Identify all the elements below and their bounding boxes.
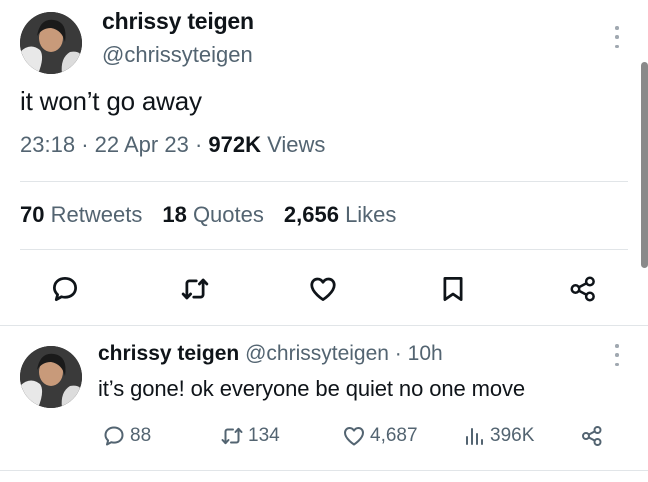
reply-icon bbox=[53, 277, 77, 301]
likes-count: 4,687 bbox=[370, 425, 418, 446]
scrollbar[interactable] bbox=[641, 62, 648, 268]
reply-header: chrissy teigen @chrissyteigen · 10h bbox=[98, 342, 443, 366]
tweet-meta: 23:18 · 22 Apr 23 · 972K Views bbox=[20, 132, 325, 158]
retweets-count: 70 bbox=[20, 202, 45, 227]
replies-count: 88 bbox=[130, 425, 152, 446]
reply-separator: · bbox=[394, 342, 402, 365]
retweets-stat[interactable]: 70 Retweets bbox=[20, 202, 142, 228]
retweet-icon bbox=[221, 427, 243, 445]
reply-more-options-icon[interactable] bbox=[612, 344, 622, 366]
user-handle[interactable]: @chrissyteigen bbox=[102, 42, 253, 68]
likes-stat[interactable]: 2,656 Likes bbox=[284, 202, 397, 228]
like-icon bbox=[344, 427, 364, 446]
bookmark-button[interactable] bbox=[436, 272, 470, 306]
reply-avatar[interactable] bbox=[20, 346, 82, 408]
reply-icon bbox=[104, 426, 124, 446]
tweet-time[interactable]: 23:18 bbox=[20, 132, 75, 157]
engagement-stats: 70 Retweets 18 Quotes 2,656 Likes bbox=[20, 202, 396, 228]
tweet-text: it won’t go away bbox=[20, 86, 202, 116]
share-icon bbox=[570, 276, 595, 302]
reply-display-name[interactable]: chrissy teigen bbox=[98, 342, 239, 365]
share-icon bbox=[582, 426, 602, 446]
divider bbox=[20, 181, 628, 182]
reply-views-button[interactable]: 396K bbox=[462, 424, 534, 448]
quotes-count: 18 bbox=[162, 202, 187, 227]
meta-separator: · bbox=[194, 132, 203, 157]
views-count: 396K bbox=[490, 425, 535, 446]
more-options-icon[interactable] bbox=[612, 26, 622, 48]
avatar[interactable] bbox=[20, 12, 82, 74]
views-label: Views bbox=[267, 132, 326, 157]
display-name[interactable]: chrissy teigen bbox=[102, 8, 254, 35]
quotes-label: Quotes bbox=[192, 202, 264, 227]
meta-separator: · bbox=[81, 132, 89, 157]
divider bbox=[0, 325, 648, 326]
reply-age[interactable]: 10h bbox=[408, 342, 443, 365]
tweet-date[interactable]: 22 Apr 23 bbox=[95, 132, 189, 157]
views-count: 972K bbox=[208, 132, 261, 157]
share-button[interactable] bbox=[566, 272, 600, 306]
divider bbox=[20, 249, 628, 250]
retweets-label: Retweets bbox=[50, 202, 143, 227]
reply-like-button[interactable]: 4,687 bbox=[342, 424, 418, 448]
likes-count: 2,656 bbox=[283, 202, 339, 227]
reply-retweet-button[interactable]: 134 bbox=[220, 424, 280, 448]
bookmark-icon bbox=[443, 277, 463, 301]
retweet-button[interactable] bbox=[178, 272, 212, 306]
quotes-stat[interactable]: 18 Quotes bbox=[162, 202, 264, 228]
divider bbox=[0, 470, 648, 471]
reply-replies-button[interactable]: 88 bbox=[102, 424, 151, 448]
views-icon bbox=[466, 428, 483, 445]
like-icon bbox=[310, 277, 336, 301]
like-button[interactable] bbox=[306, 272, 340, 306]
retweet-icon bbox=[181, 278, 209, 300]
likes-label: Likes bbox=[345, 202, 397, 227]
reply-text: it’s gone! ok everyone be quiet no one m… bbox=[98, 376, 526, 401]
reply-button[interactable] bbox=[48, 272, 82, 306]
reply-share-button[interactable] bbox=[580, 424, 604, 448]
retweets-count: 134 bbox=[248, 425, 280, 446]
reply-handle[interactable]: @chrissyteigen bbox=[245, 342, 389, 365]
